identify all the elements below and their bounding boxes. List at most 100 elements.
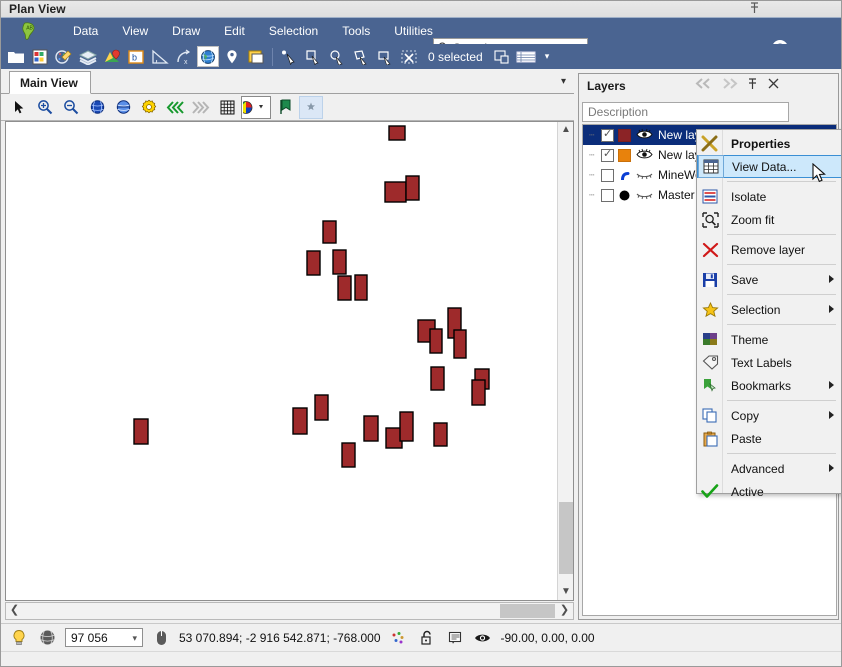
globe-rotate-icon[interactable] [85,96,109,119]
map-polygon[interactable] [293,408,307,434]
curve-snap-icon[interactable]: x [173,46,195,67]
map-polygon[interactable] [454,330,466,358]
map-polygon[interactable] [389,126,405,140]
layer-color-swatch[interactable] [618,129,631,142]
open-folder-icon[interactable] [5,46,27,67]
lightbulb-icon[interactable] [9,628,29,648]
map-polygon[interactable] [434,423,447,446]
layer-visibility-checkbox[interactable] [601,169,614,182]
map-polygon[interactable] [134,419,148,444]
context-menu-item-copy[interactable]: Copy [697,404,842,427]
canvas-horizontal-scrollbar[interactable]: ❮ ❯ [5,602,574,620]
star-small-icon[interactable] [299,96,323,119]
app-logo-icon[interactable]: AB [19,21,39,41]
globe-pan-icon[interactable] [111,96,135,119]
layers-stack-icon[interactable] [77,46,99,67]
clear-selection-icon[interactable] [398,46,420,67]
database-table-icon[interactable] [29,46,51,67]
select-circle-icon[interactable] [326,46,348,67]
chevron-down-icon[interactable]: ▾ [132,633,137,644]
select-box-icon[interactable] [374,46,396,67]
chevron-up-icon[interactable]: ▲ [558,122,574,138]
map-polygon[interactable] [355,275,367,300]
menu-item-view[interactable]: View [110,20,160,42]
layer-color-swatch[interactable] [618,189,631,202]
context-menu-item-theme[interactable]: Theme [697,328,842,351]
grid-icon[interactable] [215,96,239,119]
window-section-icon[interactable] [245,46,267,67]
pin-icon[interactable] [747,78,765,95]
menu-item-data[interactable]: Data [61,20,110,42]
map-polygon[interactable] [323,221,336,243]
selection-table-icon[interactable] [515,46,537,67]
prev-arrows-icon[interactable] [695,78,713,95]
context-menu-item-advanced[interactable]: Advanced [697,457,842,480]
snap-dots-icon[interactable] [389,628,409,648]
chevron-down-icon[interactable]: ▾ [561,76,566,87]
map-polygon[interactable] [333,250,346,274]
eye-closed-icon[interactable] [636,188,653,202]
note-icon[interactable] [445,628,465,648]
menu-item-edit[interactable]: Edit [212,20,257,42]
menu-item-draw[interactable]: Draw [160,20,212,42]
wireframe-globe-icon[interactable] [37,628,57,648]
tab-main-view[interactable]: Main View [9,71,91,94]
copy-selection-icon[interactable] [491,46,513,67]
layer-visibility-checkbox[interactable] [601,129,614,142]
map-polygon[interactable] [307,251,320,275]
chevron-down-icon[interactable]: ▼ [558,584,574,600]
menu-item-tools[interactable]: Tools [330,20,382,42]
context-menu-item-properties[interactable]: Properties [697,132,842,155]
layer-color-swatch[interactable] [618,149,631,162]
menu-item-selection[interactable]: Selection [257,20,330,42]
context-menu-item-active[interactable]: Active [697,480,842,503]
gear-icon[interactable] [137,96,161,119]
select-rect-icon[interactable] [302,46,324,67]
eye-open-icon[interactable] [636,128,653,142]
map-polygon[interactable] [406,176,419,200]
map-canvas[interactable]: y x z 2km [6,122,557,600]
chevron-right-icon[interactable]: ❯ [556,603,573,619]
chevron-left-icon[interactable]: ❮ [6,603,23,619]
scrollbar-thumb[interactable] [559,502,573,574]
globe-icon[interactable] [197,46,219,67]
description-input[interactable]: Description [582,102,789,122]
scale-combo[interactable]: 97 056 ▾ [65,628,143,647]
eye-closed-icon[interactable] [636,168,653,182]
eye-icon[interactable] [473,628,493,648]
bookmark-flag-icon[interactable] [273,96,297,119]
scrollbar-thumb[interactable] [500,604,555,618]
canvas-vertical-scrollbar[interactable]: ▲ ▼ [557,122,573,600]
measure-angle-icon[interactable] [149,46,171,67]
zoom-in-icon[interactable] [33,96,57,119]
forward-icon[interactable] [189,96,213,119]
arrow-pointer-icon[interactable] [7,96,31,119]
context-menu-item-paste[interactable]: Paste [697,427,842,450]
pin-icon[interactable] [749,2,763,16]
location-marker-icon[interactable] [221,46,243,67]
map-polygon[interactable] [342,443,355,467]
next-arrows-icon[interactable] [722,78,740,95]
map-pin-icon[interactable] [101,46,123,67]
context-menu-item-zoom-fit[interactable]: Zoom fit [697,208,842,231]
layer-visibility-checkbox[interactable] [601,149,614,162]
map-polygon[interactable] [338,276,351,300]
map-polygon[interactable] [315,395,328,420]
block-model-icon[interactable]: b [125,46,147,67]
map-polygon[interactable] [364,416,378,441]
map-polygon[interactable] [385,182,406,202]
map-polygon[interactable] [431,367,444,390]
context-menu-item-text-labels[interactable]: Text Labels [697,351,842,374]
rewind-icon[interactable] [163,96,187,119]
map-polygon[interactable] [400,412,413,441]
eye-open-icon[interactable] [636,148,653,162]
zoom-out-icon[interactable] [59,96,83,119]
map-polygon[interactable] [472,380,485,405]
chevron-down-icon[interactable]: ▾ [545,51,550,62]
context-menu-item-isolate[interactable]: Isolate [697,185,842,208]
context-menu-item-remove-layer[interactable]: Remove layer [697,238,842,261]
palette-icon[interactable] [53,46,75,67]
layer-color-swatch[interactable] [618,169,631,182]
unlock-icon[interactable] [417,628,437,648]
close-icon[interactable] [768,78,786,95]
